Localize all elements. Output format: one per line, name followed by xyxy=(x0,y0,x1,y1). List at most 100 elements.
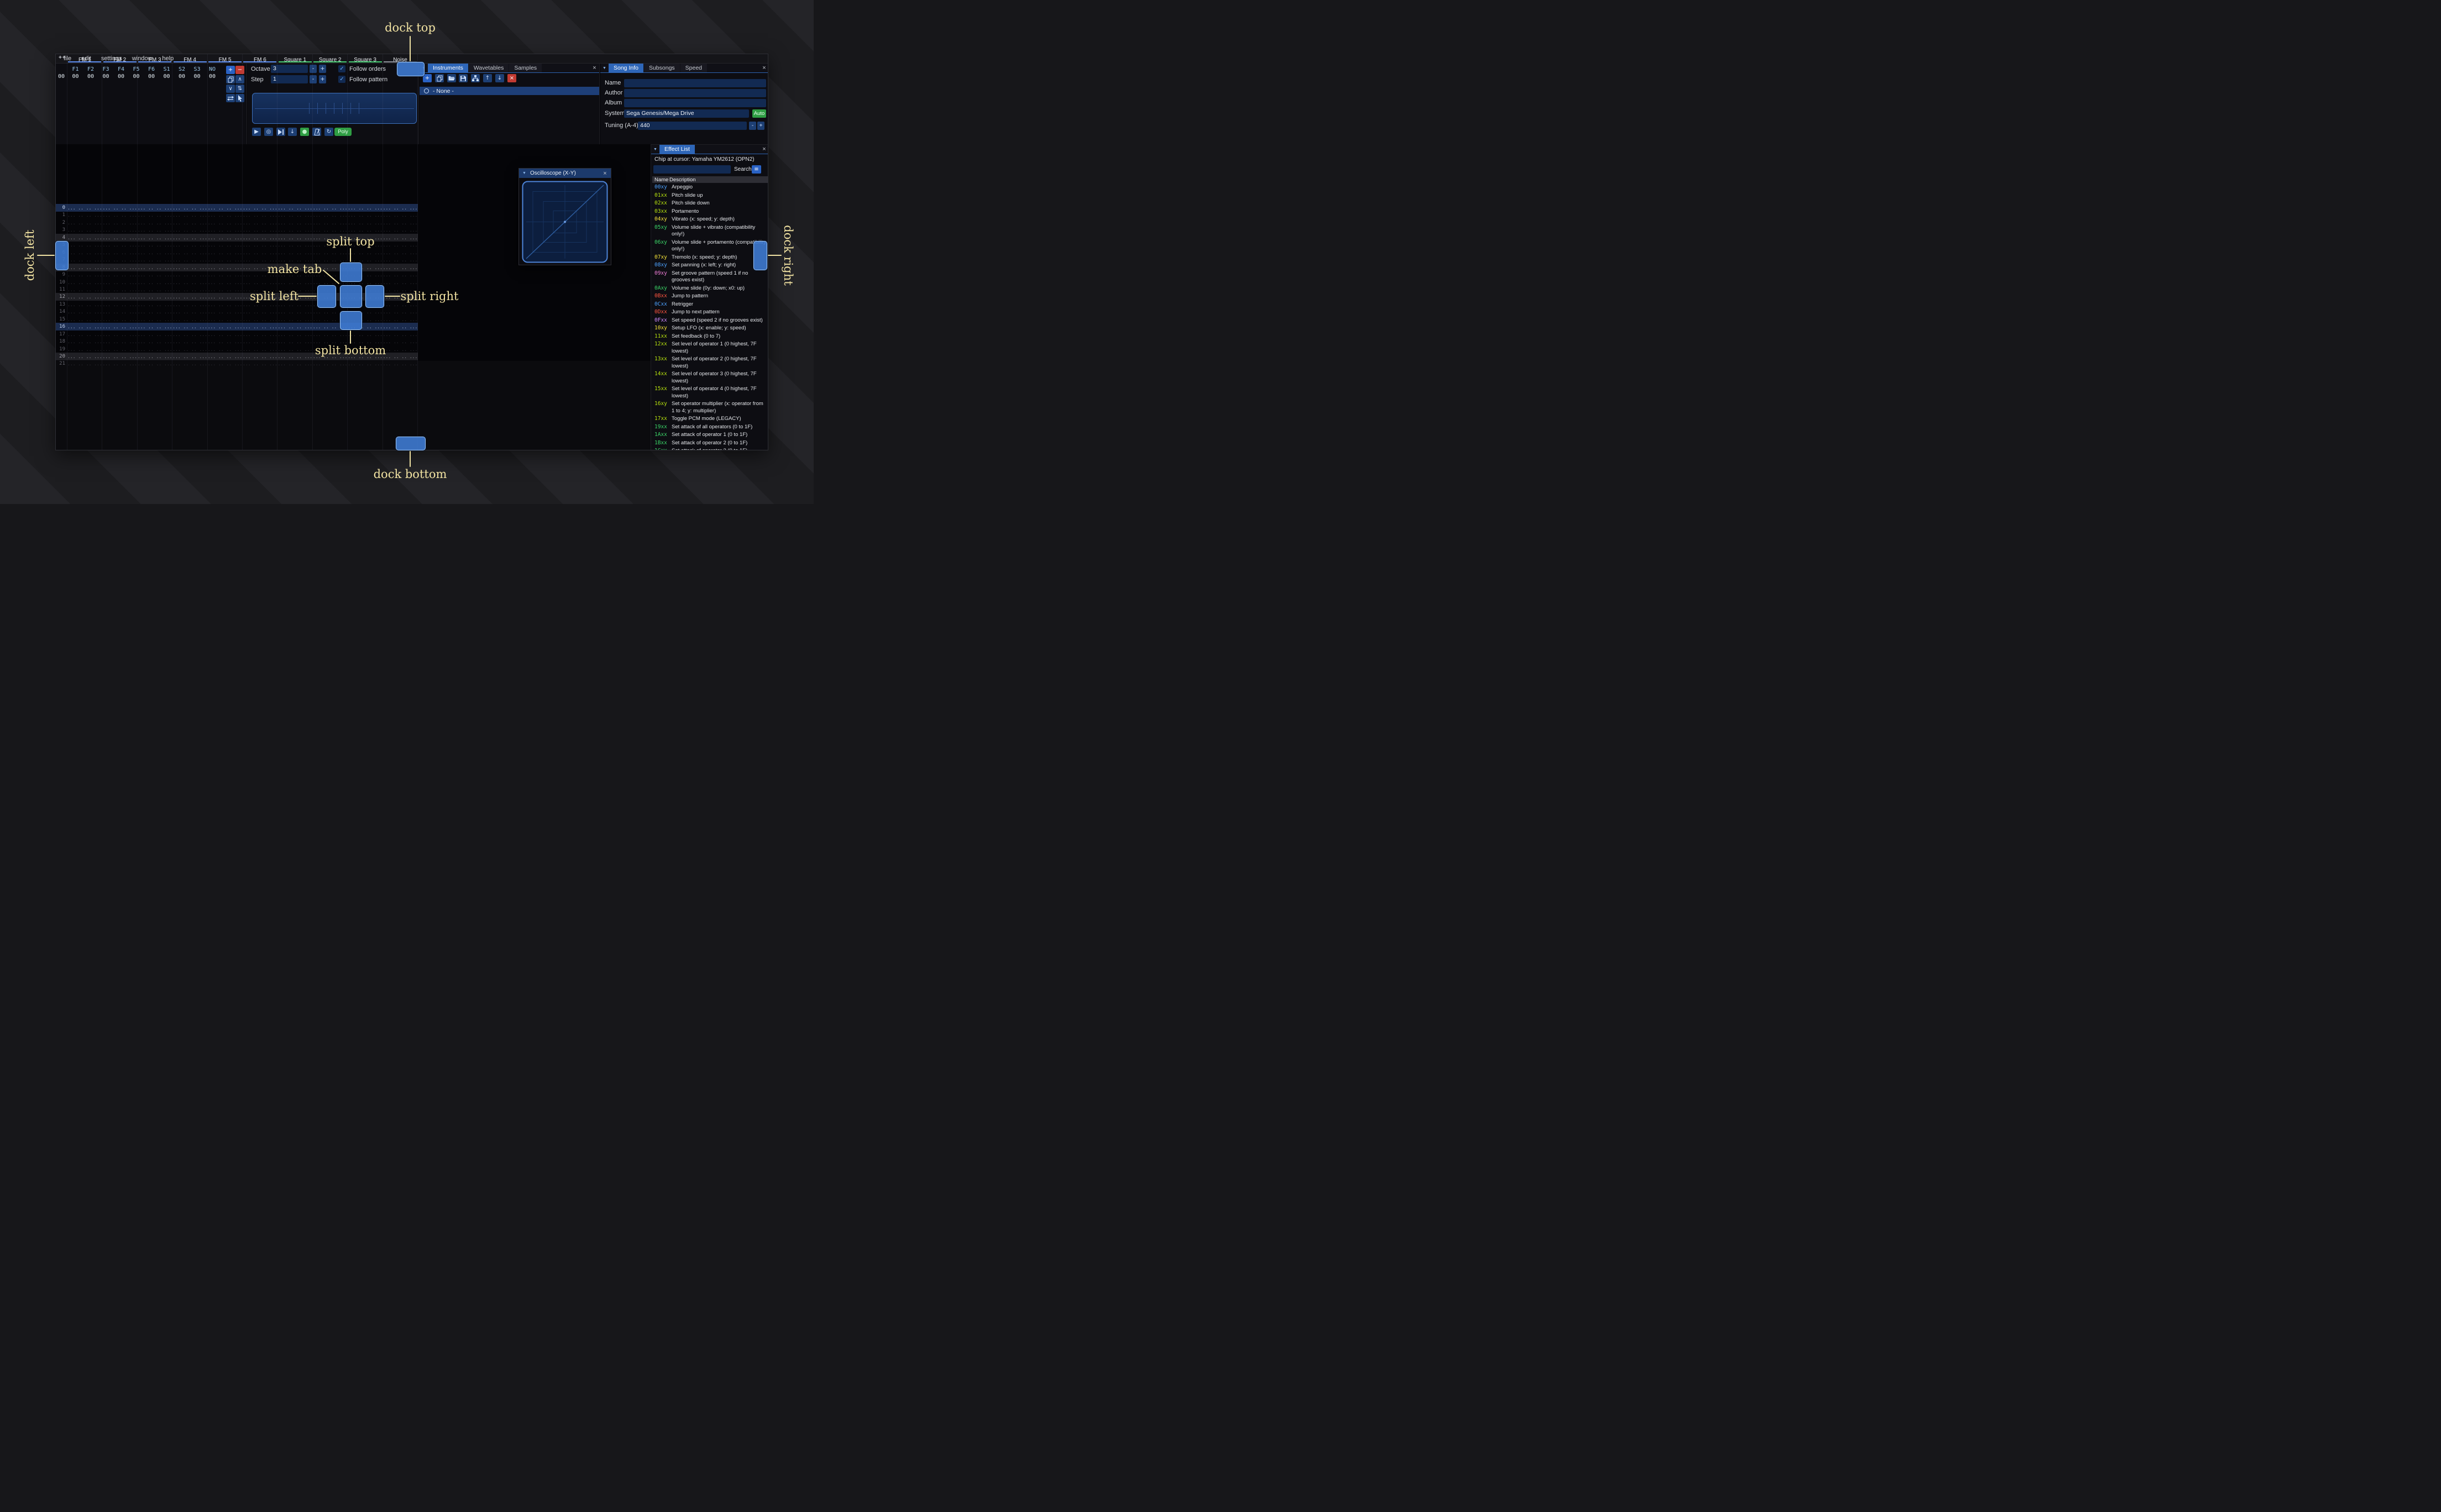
pattern-cell[interactable]: ... .. .. ... xyxy=(172,221,208,225)
pattern-cell[interactable]: ... .. .. ... xyxy=(277,243,313,248)
pattern-cell[interactable]: ... .. .. ... xyxy=(102,250,138,255)
pattern-cell[interactable]: ... .. .. ... xyxy=(242,228,277,233)
tab-subsongs[interactable]: Subsongs xyxy=(643,64,680,72)
pattern-cell[interactable]: ... .. .. ... xyxy=(348,221,383,225)
pattern-cell[interactable]: ... .. .. ... xyxy=(383,213,418,218)
pattern-cell[interactable]: ... .. .. ... xyxy=(242,347,277,352)
effect-row-17xx[interactable]: 17xx Toggle PCM mode (LEGACY) xyxy=(651,415,768,423)
close-icon[interactable]: × xyxy=(590,64,599,72)
effect-row-15xx[interactable]: 15xx Set level of operator 4 (0 highest, … xyxy=(651,385,768,400)
pattern-cell[interactable]: ... .. .. ... xyxy=(137,221,172,225)
pattern-cell[interactable]: ... .. .. ... xyxy=(67,339,102,344)
pattern-cell[interactable]: ... .. .. ... xyxy=(102,354,138,359)
pattern-cell[interactable]: ... .. .. ... xyxy=(383,235,418,240)
pattern-cell[interactable]: ... .. .. ... xyxy=(312,258,348,262)
orders-cell[interactable]: 00 xyxy=(190,74,205,80)
pattern-cell[interactable]: ... .. .. ... xyxy=(67,272,102,277)
tab-instruments[interactable]: Instruments xyxy=(428,64,468,72)
pattern-cell[interactable]: ... .. .. ... xyxy=(207,228,243,233)
save-instrument-button[interactable] xyxy=(459,74,468,82)
pattern-cell[interactable]: ... .. .. ... xyxy=(312,228,348,233)
step-decrease-button[interactable]: - xyxy=(310,75,317,83)
pattern-cell[interactable]: ... .. .. ... xyxy=(207,339,243,344)
add-instrument-button[interactable]: + xyxy=(423,74,432,82)
orders-cell[interactable]: 00 xyxy=(144,74,159,80)
orders-cell[interactable]: 00 xyxy=(129,74,144,80)
channel-header-fm-5[interactable]: FM 5 xyxy=(207,54,243,63)
pattern-cell[interactable]: ... .. .. ... xyxy=(102,302,138,307)
pattern-cell[interactable]: ... .. .. ... xyxy=(242,324,277,329)
pattern-cell[interactable]: ... .. .. ... xyxy=(172,309,208,314)
pattern-cell[interactable]: ... .. .. ... xyxy=(102,324,138,329)
pattern-cell[interactable]: ... .. .. ... xyxy=(207,309,243,314)
pattern-cell[interactable]: ... .. .. ... xyxy=(172,265,208,270)
pattern-cell[interactable]: ... .. .. ... xyxy=(242,280,277,285)
dock-target-split-bottom[interactable] xyxy=(340,311,362,330)
pattern-cell[interactable]: ... .. .. ... xyxy=(137,339,172,344)
pattern-row-6[interactable]: 6... .. .. ...... .. .. ...... .. .. ...… xyxy=(56,249,418,256)
pattern-cell[interactable]: ... .. .. ... xyxy=(67,243,102,248)
tuning-increase-button[interactable]: + xyxy=(757,122,764,130)
effect-row-09xy[interactable]: 09xy Set groove pattern (speed 1 if no gr… xyxy=(651,270,768,285)
pattern-cell[interactable]: ... .. .. ... xyxy=(207,332,243,337)
repeat-pattern-button[interactable]: ↻ xyxy=(324,128,333,136)
orders-cell[interactable]: 00 xyxy=(68,74,83,80)
effect-row-0axy[interactable]: 0Axy Volume slide (0y: down; x0: up) xyxy=(651,285,768,293)
close-icon[interactable]: × xyxy=(759,64,768,72)
oscilloscope-titlebar[interactable]: ▼ Oscilloscope (X-Y) × xyxy=(519,169,611,178)
effect-row-0bxx[interactable]: 0Bxx Jump to pattern xyxy=(651,292,768,301)
effect-row-12xx[interactable]: 12xx Set level of operator 1 (0 highest, … xyxy=(651,340,768,355)
pattern-cell[interactable]: ... .. .. ... xyxy=(383,332,418,337)
pattern-cell[interactable]: ... .. .. ... xyxy=(172,258,208,262)
step-one-row-button[interactable]: ↓ xyxy=(288,128,297,136)
pattern-cell[interactable]: ... .. .. ... xyxy=(172,206,208,211)
pattern-cell[interactable]: ... .. .. ... xyxy=(277,354,313,359)
pattern-cell[interactable]: ... .. .. ... xyxy=(277,280,313,285)
delete-instrument-button[interactable]: × xyxy=(507,74,516,82)
pattern-cell[interactable]: ... .. .. ... xyxy=(277,213,313,218)
pattern-cell[interactable]: ... .. .. ... xyxy=(277,258,313,262)
play-once-button[interactable] xyxy=(276,128,285,136)
pattern-cell[interactable]: ... .. .. ... xyxy=(67,280,102,285)
pattern-cell[interactable]: ... .. .. ... xyxy=(312,221,348,225)
pattern-cell[interactable]: ... .. .. ... xyxy=(348,258,383,262)
orders-cell[interactable]: 00 xyxy=(175,74,190,80)
pattern-cell[interactable]: ... .. .. ... xyxy=(67,265,102,270)
tuning-decrease-button[interactable]: - xyxy=(749,122,756,130)
pattern-row-11[interactable]: 11... .. .. ...... .. .. ...... .. .. ..… xyxy=(56,286,418,293)
pattern-cell[interactable]: ... .. .. ... xyxy=(277,221,313,225)
channel-header-fm-3[interactable]: FM 3 xyxy=(137,54,172,63)
pattern-cell[interactable]: ... .. .. ... xyxy=(172,287,208,292)
dock-target-make-tab[interactable] xyxy=(340,285,362,308)
pattern-cell[interactable]: ... .. .. ... xyxy=(172,235,208,240)
pattern-cell[interactable]: ... .. .. ... xyxy=(102,317,138,322)
instrument-list-item[interactable]: - None - xyxy=(420,87,599,95)
pattern-cell[interactable]: ... .. .. ... xyxy=(137,324,172,329)
dock-target-bottom[interactable] xyxy=(396,437,426,450)
pattern-cell[interactable]: ... .. .. ... xyxy=(207,213,243,218)
pattern-cell[interactable]: ... .. .. ... xyxy=(383,206,418,211)
pattern-cell[interactable]: ... .. .. ... xyxy=(67,324,102,329)
effect-row-00xy[interactable]: 00xy Arpeggio xyxy=(651,183,768,192)
pattern-row-17[interactable]: 17... .. .. ...... .. .. ...... .. .. ..… xyxy=(56,330,418,338)
effect-row-03xx[interactable]: 03xx Portamento xyxy=(651,208,768,216)
channel-header-square-2[interactable]: Square 2 xyxy=(312,54,348,63)
pattern-row-12[interactable]: 12... .. .. ...... .. .. ...... .. .. ..… xyxy=(56,293,418,301)
pattern-cell[interactable]: ... .. .. ... xyxy=(348,206,383,211)
pattern-cell[interactable]: ... .. .. ... xyxy=(383,243,418,248)
move-order-up-button[interactable]: ∧ xyxy=(235,75,244,83)
pattern-cell[interactable]: ... .. .. ... xyxy=(137,295,172,300)
pattern-cell[interactable]: ... .. .. ... xyxy=(172,317,208,322)
pattern-cell[interactable]: ... .. .. ... xyxy=(67,235,102,240)
pattern-cell[interactable]: ... .. .. ... xyxy=(207,265,243,270)
pattern-cell[interactable]: ... .. .. ... xyxy=(277,339,313,344)
pattern-cell[interactable]: ... .. .. ... xyxy=(137,309,172,314)
pattern-cell[interactable]: ... .. .. ... xyxy=(207,206,243,211)
move-order-down-button[interactable]: ∨ xyxy=(226,85,235,93)
pattern-cell[interactable]: ... .. .. ... xyxy=(137,235,172,240)
effect-row-1axx[interactable]: 1Axx Set attack of operator 1 (0 to 1F) xyxy=(651,431,768,439)
pattern-cell[interactable]: ... .. .. ... xyxy=(67,287,102,292)
tuning-field[interactable]: 440 xyxy=(638,122,747,130)
orders-cell[interactable]: 00 xyxy=(98,74,113,80)
pattern-cell[interactable]: ... .. .. ... xyxy=(137,280,172,285)
